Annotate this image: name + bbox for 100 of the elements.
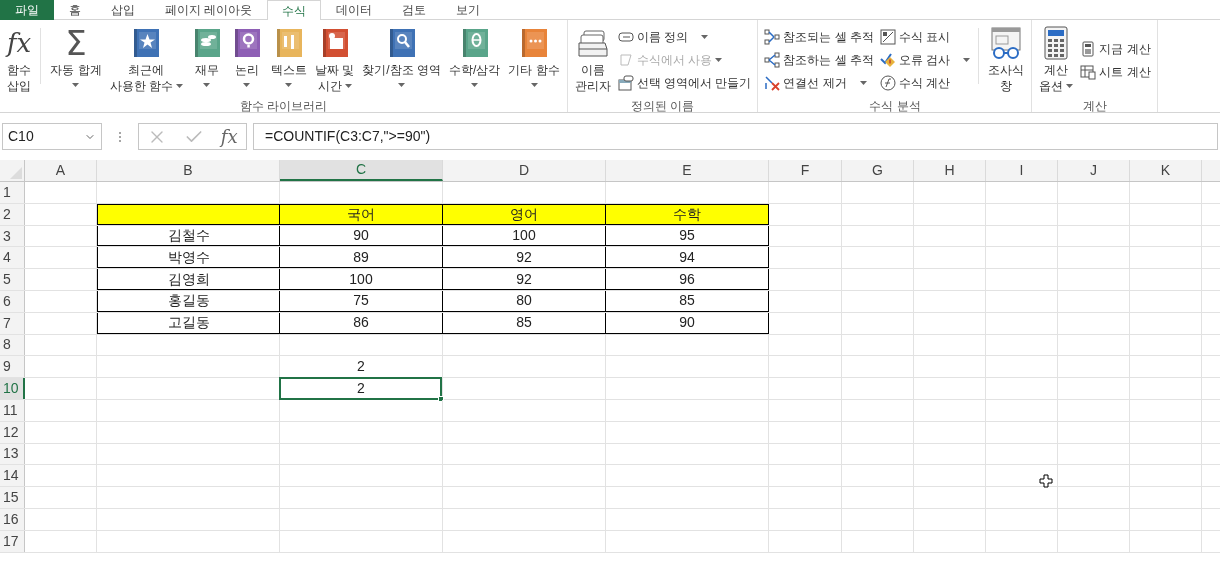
cell-text: 85 [516, 313, 532, 333]
caret-icon [859, 81, 867, 85]
ribbon-small-button[interactable]: 수식 표시 [878, 27, 973, 47]
cell-text: 수학 [673, 204, 701, 224]
ribbon-tab[interactable]: 보기 [441, 0, 496, 20]
button-label: 함수 [7, 62, 32, 78]
ribbon-small-button[interactable]: 지금 계산 [1078, 39, 1153, 58]
ribbon-small-button[interactable]: 시트 계산 [1078, 62, 1153, 81]
ribbon-button[interactable]: 찾기/참조 영역 [359, 20, 444, 96]
formula-field[interactable]: =COUNTIF(C3:C7,">=90") [253, 123, 1218, 150]
ribbon-button[interactable]: 논리 [228, 20, 266, 96]
row-header[interactable]: 15 [0, 487, 25, 508]
function-glyph-icon: fx [7, 28, 32, 58]
button-label: 조사식 [988, 62, 1025, 78]
ribbon-small-button[interactable]: 참조되는 셀 추적 [762, 27, 877, 47]
caret-icon [176, 84, 183, 88]
row-header[interactable]: 12 [0, 421, 25, 443]
button-label: 이름 [580, 62, 605, 78]
row-header[interactable]: 5 [0, 269, 25, 290]
button-label: 자동 합계 [50, 62, 102, 78]
button-label: 시간 [317, 78, 342, 94]
ribbon-small-button[interactable]: 연결선 제거 [762, 73, 877, 93]
ribbon-tab[interactable]: 검토 [387, 0, 442, 20]
row-header[interactable]: 4 [0, 247, 25, 269]
button-label: 수학/삼각 [449, 62, 501, 78]
insert-function-button[interactable]: fx [220, 123, 238, 150]
caret-icon [530, 83, 538, 87]
row-header[interactable]: 14 [0, 465, 25, 487]
error-check-icon [880, 52, 897, 68]
ribbon-button[interactable]: fx 함수 삽입 [4, 20, 35, 96]
calculator-icon [1043, 26, 1070, 60]
ribbon-small-button[interactable]: 참조하는 셀 추적 [762, 50, 877, 70]
ribbon-small-button[interactable]: 이름 정의 [615, 27, 754, 47]
ribbon-button[interactable]: 최근에 사용한 함수 [106, 20, 186, 96]
row-header[interactable]: 6 [0, 291, 25, 312]
ribbon-tab[interactable]: 수식 [267, 0, 322, 20]
cell-text: 100 [349, 269, 373, 289]
row-header[interactable]: 7 [0, 312, 25, 334]
ribbon-button[interactable]: 이름 관리자 [571, 20, 614, 96]
cell-text: 100 [512, 226, 536, 245]
row-header[interactable]: 17 [0, 530, 25, 552]
cell-text: 95 [679, 226, 695, 245]
cross-cursor-icon [1039, 474, 1053, 488]
caret-icon [1066, 84, 1074, 88]
ribbon-tab[interactable]: 페이지 레이아웃 [150, 0, 268, 20]
column-header[interactable]: I [986, 160, 1058, 181]
cell-text: 80 [516, 291, 532, 311]
ribbon-button[interactable]: 계산 옵션 [1036, 20, 1077, 96]
row-header[interactable]: 13 [0, 443, 25, 465]
ribbon-button[interactable]: 재무 [188, 20, 226, 96]
ribbon-button[interactable]: Σ 자동 합계 [47, 20, 105, 96]
name-tags-icon [575, 27, 610, 59]
calculator-icon [1080, 40, 1097, 57]
column-header[interactable]: G [842, 160, 914, 181]
cell-text: 김철수 [167, 226, 210, 245]
column-header[interactable]: H [914, 160, 986, 181]
ribbon-tab[interactable]: 파일 [0, 0, 54, 20]
caret-icon [72, 83, 80, 87]
row-header[interactable]: 10 [0, 378, 25, 399]
function-glyph-icon: Σ [65, 25, 87, 61]
ribbon-tab[interactable]: 홈 [54, 0, 96, 20]
caret-icon [701, 35, 709, 39]
button-label: 찾기/참조 영역 [362, 62, 441, 78]
row-header[interactable]: 3 [0, 225, 25, 247]
button-label: 논리 [235, 62, 259, 78]
caret-icon [715, 58, 723, 62]
column-header[interactable]: D [443, 160, 606, 181]
ribbon-button[interactable]: 텍스트 [268, 20, 310, 96]
button-label: 텍스트 [271, 62, 307, 78]
row-header[interactable]: 9 [0, 356, 25, 378]
ribbon-button[interactable]: 수학/삼각 [446, 20, 504, 96]
column-header[interactable]: K [1130, 160, 1202, 181]
ribbon-small-button[interactable]: 선택 영역에서 만들기 [615, 73, 754, 93]
cell-text: 85 [679, 291, 695, 311]
column-header[interactable]: A [25, 160, 97, 181]
row-header[interactable]: 16 [0, 508, 25, 530]
ribbon-small-button[interactable]: 수식 계산 [878, 73, 973, 93]
button-label: 관리자 [574, 78, 611, 94]
column-header[interactable]: F [769, 160, 842, 181]
ribbon-button[interactable]: 조사식 창 [985, 20, 1028, 96]
ribbon-tab[interactable]: 삽입 [96, 0, 150, 20]
ribbon-small-button[interactable]: 오류 검사 [878, 50, 973, 70]
cell-text: 홍길동 [167, 291, 210, 311]
column-header[interactable]: C [280, 160, 443, 181]
name-box[interactable]: C10 [2, 123, 102, 150]
column-header[interactable]: E [606, 160, 769, 181]
row-header[interactable]: 1 [0, 182, 25, 203]
column-header[interactable]: J [1058, 160, 1130, 181]
group-label: 수식 분석 [869, 98, 921, 115]
cell-text: 89 [353, 247, 369, 267]
row-header[interactable]: 8 [0, 334, 25, 356]
ribbon-tab[interactable]: 데이터 [321, 0, 388, 20]
ribbon-button[interactable]: 날짜 및 시간 [312, 20, 358, 96]
cell-text: 94 [679, 247, 695, 267]
group-label: 함수 라이브러리 [239, 98, 327, 115]
cell-text: 90 [679, 313, 695, 333]
button-label: 최근에 [128, 62, 165, 78]
ribbon-button[interactable]: 기타 함수 [505, 20, 563, 96]
row-header[interactable]: 11 [0, 399, 25, 421]
row-header[interactable]: 2 [0, 203, 25, 225]
